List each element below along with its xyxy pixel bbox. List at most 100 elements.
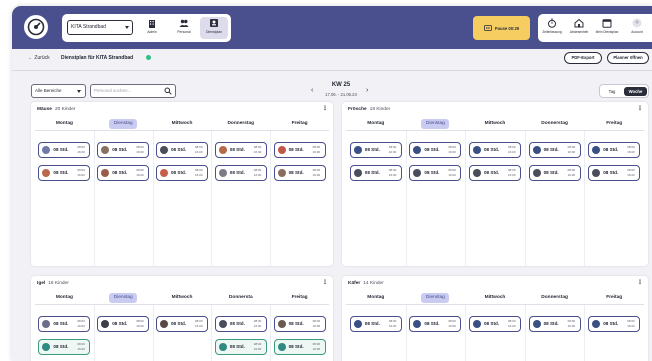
shift-card[interactable]: 08 Std. 08:00 16:00 xyxy=(38,339,91,355)
avatar xyxy=(413,146,422,154)
shift-card[interactable]: 08 Std. 08:00 16:00 xyxy=(97,165,150,181)
nav-account-label: Account xyxy=(631,30,643,34)
shift-card[interactable]: 08 Std. 08:00 16:00 xyxy=(97,316,150,332)
more-options-icon[interactable]: ⋮ xyxy=(322,106,328,112)
shift-card[interactable]: 08 Std. 08:00 16:00 xyxy=(469,316,521,332)
avatar xyxy=(532,146,541,154)
shift-hours: 08 Std. xyxy=(112,321,128,326)
shift-card[interactable]: 08 Std. 08:00 16:00 xyxy=(528,142,581,158)
day-header-row: Montag Dienstag Mittwoch Donnerstag Freitag xyxy=(346,291,644,305)
shift-card[interactable]: 08 Std. 08:00 16:00 xyxy=(469,165,521,181)
nav-account[interactable]: Account xyxy=(625,18,649,34)
nav-abwesenheit[interactable]: Abwesenheit xyxy=(567,18,591,34)
group-count: 18 Kinder xyxy=(369,107,391,112)
avatar xyxy=(353,320,362,328)
shift-card[interactable]: 08 Std. 08:00 16:00 xyxy=(273,316,326,332)
shift-hours: 08 Std. xyxy=(171,321,187,326)
shift-end-time: 16:00 xyxy=(77,172,85,177)
shift-card[interactable]: 08 Std. 08:00 16:00 xyxy=(528,165,581,181)
week-range: 17.06. - 21.06.24 xyxy=(325,92,357,97)
shift-card[interactable]: 08 Std. 08:00 16:00 xyxy=(38,165,91,181)
shift-card[interactable]: 08 Std. 08:00 16:00 xyxy=(214,316,267,332)
shift-hours: 08 Std. xyxy=(171,170,187,175)
shift-card[interactable]: 08 Std. 08:00 16:00 xyxy=(469,142,521,158)
shift-end-time: 16:00 xyxy=(567,172,576,177)
area-select[interactable]: Alle Bereiche xyxy=(31,84,86,98)
shift-hours: 08 Std. xyxy=(53,170,69,175)
shift-card[interactable]: 08 Std. 08:00 16:00 xyxy=(156,316,208,332)
shift-hours: 08 Std. xyxy=(603,321,619,326)
column-divider xyxy=(465,131,467,266)
view-toggle: Tag Woche xyxy=(599,84,649,98)
shift-card[interactable]: 08 Std. 08:00 16:00 xyxy=(156,165,208,181)
nav-personal[interactable]: Personal xyxy=(170,17,198,39)
shift-hours: 08 Std. xyxy=(112,170,128,175)
back-link[interactable]: ← Zurück xyxy=(28,55,50,61)
calendar-icon xyxy=(602,19,612,28)
shift-card[interactable]: 08 Std. 08:00 16:00 xyxy=(409,165,462,181)
next-week-button[interactable]: › xyxy=(366,87,368,94)
shift-card[interactable]: 08 Std. 08:00 16:00 xyxy=(273,165,326,181)
day-header-row: Montag Dienstag Mittwoch Donnerstag Freitag xyxy=(35,117,329,131)
pause-button[interactable]: Pause 00:29 xyxy=(473,16,530,40)
shift-start-time: 08:00 xyxy=(567,168,576,172)
view-week-option[interactable]: Woche xyxy=(624,87,647,96)
shift-hours: 08 Std. xyxy=(229,170,245,175)
shift-card[interactable]: 08 Std. 08:00 16:00 xyxy=(588,165,641,181)
more-options-icon[interactable]: ⋮ xyxy=(637,106,643,112)
shift-card[interactable]: 08 Std. 08:00 16:00 xyxy=(156,142,208,158)
shift-card[interactable]: 08 Std. 08:00 16:00 xyxy=(273,142,326,158)
more-options-icon[interactable]: ⋮ xyxy=(322,280,328,286)
avatar xyxy=(101,169,110,177)
day-header: Dienstag xyxy=(421,119,450,129)
avatar xyxy=(218,169,227,177)
shift-card[interactable]: 08 Std. 08:00 16:00 xyxy=(349,316,402,332)
shift-card[interactable]: 08 Std. 08:00 16:00 xyxy=(349,165,402,181)
shift-card[interactable]: 08 Std. 08:00 16:00 xyxy=(528,316,581,332)
group-card: Igel 16 Kinder ⋮ Montag Dienstag Mittwoch Donn… xyxy=(31,276,333,361)
shift-hours: 08 Std. xyxy=(484,170,500,175)
nav-admin[interactable]: Admin xyxy=(138,17,166,39)
open-planner-button[interactable]: Planner öffnen xyxy=(607,52,649,64)
shift-hours: 08 Std. xyxy=(603,147,619,152)
avatar xyxy=(101,320,110,328)
shift-card[interactable]: 08 Std. 08:00 16:00 xyxy=(38,316,91,332)
shift-card[interactable]: 08 Std. 08:00 16:00 xyxy=(409,316,462,332)
avatar xyxy=(592,320,601,328)
view-day-option[interactable]: Tag xyxy=(602,87,622,96)
shift-start-time: 08:00 xyxy=(312,319,321,323)
group-card: Käfer 14 Kinder ⋮ Montag Dienstag Mittwoch Don… xyxy=(342,276,648,361)
avatar xyxy=(42,169,51,177)
pdf-export-button[interactable]: PDF-Export xyxy=(564,52,602,64)
shift-card[interactable]: 08 Std. 08:00 16:00 xyxy=(273,339,326,355)
shift-card[interactable]: 08 Std. 08:00 16:00 xyxy=(349,142,402,158)
shift-card[interactable]: 08 Std. 08:00 16:00 xyxy=(214,165,267,181)
shift-card[interactable]: 08 Std. 08:00 16:00 xyxy=(588,142,641,158)
shift-end-time: 16:00 xyxy=(136,149,144,154)
avatar xyxy=(632,18,642,28)
column-divider xyxy=(584,305,586,361)
shift-card[interactable]: 08 Std. 08:00 16:00 xyxy=(588,316,641,332)
nav-zeiterfassung[interactable]: Zeiterfassung xyxy=(540,18,564,34)
avatar xyxy=(42,146,51,154)
shift-card[interactable]: 08 Std. 08:00 16:00 xyxy=(97,142,150,158)
search-input[interactable]: Personal suchen... xyxy=(90,84,176,98)
shift-card[interactable]: 08 Std. 08:00 16:00 xyxy=(214,339,267,355)
logo-icon[interactable] xyxy=(24,15,48,39)
shift-card[interactable]: 08 Std. 08:00 16:00 xyxy=(214,142,267,158)
shift-end-time: 16:00 xyxy=(567,149,576,154)
column-divider xyxy=(405,305,407,361)
nav-mein-dienstplan[interactable]: Mein Dienstplan xyxy=(595,18,619,34)
more-options-icon[interactable]: ⋮ xyxy=(637,280,643,286)
nav-dienstplan[interactable]: Dienstplan xyxy=(200,17,228,39)
week-title: KW 25 xyxy=(331,82,351,88)
group-count: 20 Kinder xyxy=(54,107,76,112)
column-divider xyxy=(270,131,272,266)
shift-card[interactable]: 08 Std. 08:00 16:00 xyxy=(409,142,462,158)
group-title: Mäuse 20 Kinder xyxy=(37,107,75,112)
kita-select[interactable]: KITA Strandbad xyxy=(67,20,133,35)
avatar xyxy=(532,169,541,177)
shift-end-time: 16:00 xyxy=(627,323,635,328)
shift-card[interactable]: 08 Std. 08:00 16:00 xyxy=(38,142,91,158)
shift-start-time: 08:00 xyxy=(253,145,262,149)
